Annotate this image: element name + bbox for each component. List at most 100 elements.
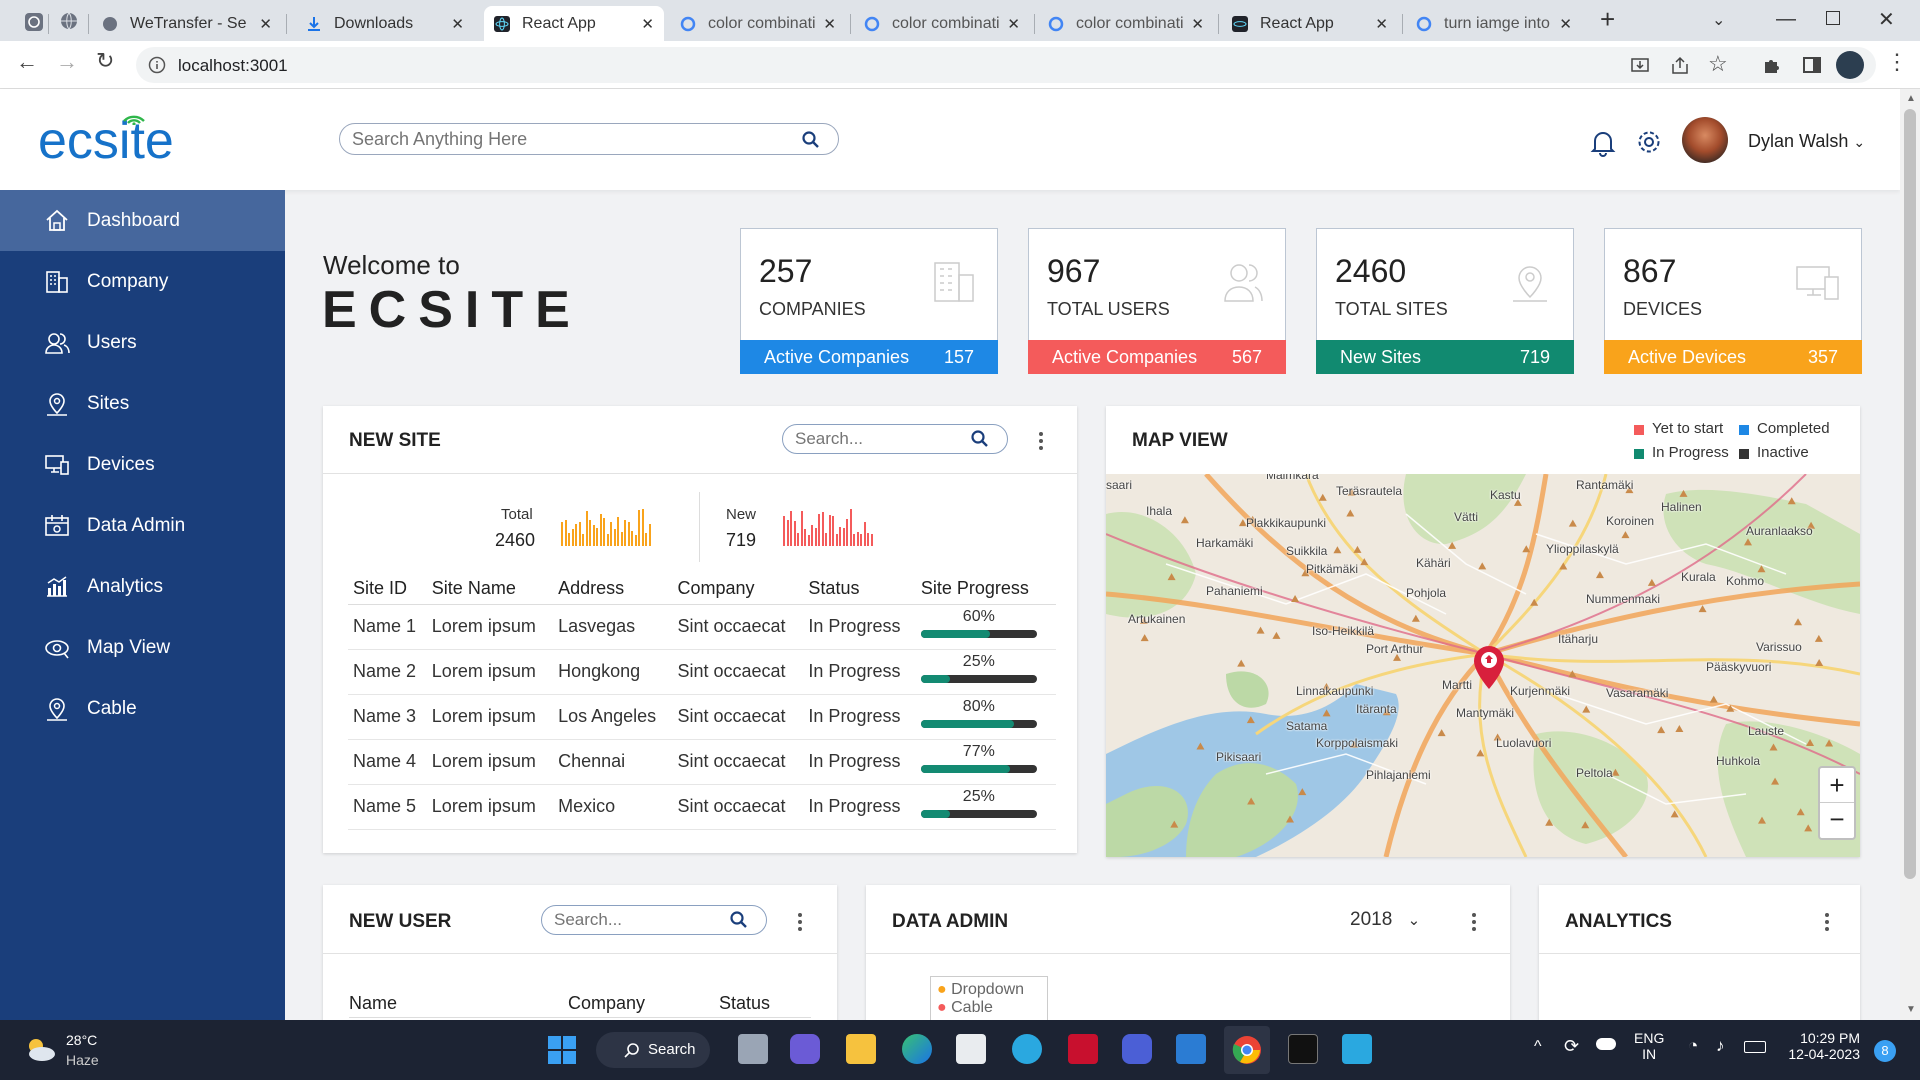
year-dropdown[interactable]: 2018 ⌄: [1350, 909, 1420, 931]
weather-desc[interactable]: Haze: [66, 1052, 99, 1068]
globe-tab-icon[interactable]: [60, 12, 78, 30]
chrome-taskbar-active[interactable]: [1224, 1026, 1270, 1074]
new-tab-button[interactable]: +: [1600, 4, 1615, 35]
sidebar-item-sites[interactable]: Sites: [0, 373, 285, 434]
sidebar-item-users[interactable]: Users: [0, 312, 285, 373]
close-icon[interactable]: ✕: [451, 15, 464, 33]
close-icon[interactable]: ✕: [1191, 15, 1204, 33]
close-icon[interactable]: ✕: [1007, 15, 1020, 33]
stat-card-sites[interactable]: 2460 TOTAL SITES New Sites 719: [1316, 228, 1574, 374]
chatgpt-tab-icon[interactable]: [24, 12, 44, 32]
col-status[interactable]: Status: [719, 993, 770, 1014]
user-menu[interactable]: Dylan Walsh ⌄: [1748, 131, 1865, 152]
stat-card-devices[interactable]: 867 DEVICES Active Devices 357: [1604, 228, 1862, 374]
table-row[interactable]: Name 1 Lorem ipsum Lasvegas Sint occaecat In…: [348, 604, 1056, 650]
tab-google-2[interactable]: color combinati ✕: [854, 6, 1030, 41]
tab-google-3[interactable]: color combinati ✕: [1038, 6, 1214, 41]
tab-search-chevron-icon[interactable]: ⌄: [1712, 10, 1725, 30]
new-user-search[interactable]: [541, 905, 767, 935]
reload-button[interactable]: ↻: [96, 48, 114, 74]
col-name[interactable]: Name: [349, 993, 397, 1014]
search-input[interactable]: [352, 129, 792, 150]
address-bar[interactable]: localhost:3001 ☆: [136, 47, 1876, 83]
sync-icon[interactable]: ⟳: [1564, 1036, 1579, 1057]
sidebar-item-analytics[interactable]: Analytics: [0, 556, 285, 617]
page-scrollbar[interactable]: ▲ ▼: [1900, 89, 1920, 1020]
table-row[interactable]: Name 3 Lorem ipsum Los Angeles Sint occaeca…: [348, 694, 1056, 740]
maximize-button[interactable]: [1826, 11, 1840, 25]
help-app-icon[interactable]: [1012, 1034, 1042, 1064]
tab-google-1[interactable]: color combinati ✕: [670, 6, 846, 41]
extensions-puzzle-icon[interactable]: [1762, 55, 1782, 75]
minimize-button[interactable]: —: [1776, 8, 1796, 31]
weather-cloud-icon[interactable]: [22, 1034, 58, 1064]
side-panel-icon[interactable]: [1802, 55, 1822, 75]
table-row[interactable]: Name 2 Lorem ipsum Hongkong Sint occaecat In…: [348, 649, 1056, 695]
close-icon[interactable]: ✕: [823, 15, 836, 33]
col-site-progress[interactable]: Site Progress: [915, 574, 1056, 605]
edge-browser-icon[interactable]: [902, 1034, 932, 1064]
stat-card-companies[interactable]: 257 COMPANIES Active Companies 157: [740, 228, 998, 374]
col-company[interactable]: Company: [568, 993, 645, 1014]
sidebar-item-company[interactable]: Company: [0, 251, 285, 312]
profile-avatar[interactable]: [1836, 51, 1864, 79]
tab-downloads[interactable]: Downloads ✕: [296, 6, 474, 41]
stat-card-users[interactable]: 967 TOTAL USERS Active Companies 567: [1028, 228, 1286, 374]
task-view-icon[interactable]: [738, 1034, 768, 1064]
taskbar-search[interactable]: Search: [596, 1032, 710, 1068]
share-icon[interactable]: [1670, 56, 1690, 76]
notification-badge[interactable]: 8: [1874, 1040, 1896, 1062]
vscode-icon[interactable]: [1176, 1034, 1206, 1064]
search-icon[interactable]: [802, 131, 820, 149]
copilot-icon[interactable]: [1122, 1034, 1152, 1064]
search-icon[interactable]: [730, 911, 748, 929]
more-options-icon[interactable]: [1824, 911, 1830, 933]
more-options-icon[interactable]: [797, 911, 803, 933]
info-icon[interactable]: [148, 56, 166, 74]
tab-wetransfer[interactable]: WeTransfer - Se ✕: [92, 6, 282, 41]
chevron-up-icon[interactable]: ^: [1534, 1038, 1542, 1056]
install-icon[interactable]: [1630, 56, 1650, 76]
back-button[interactable]: ←: [16, 49, 38, 75]
search-input[interactable]: [554, 910, 714, 930]
ecsite-logo[interactable]: ecsite: [38, 111, 174, 171]
search-icon[interactable]: [971, 430, 989, 448]
battery-icon[interactable]: [1744, 1041, 1766, 1053]
tab-google-4[interactable]: turn iamge into ✕: [1406, 6, 1582, 41]
clock[interactable]: 10:29 PM 12-04-2023: [1784, 1030, 1860, 1062]
more-options-icon[interactable]: [1471, 911, 1477, 933]
search-input[interactable]: [795, 429, 955, 449]
close-icon[interactable]: ✕: [1375, 15, 1388, 33]
windows-start-icon[interactable]: [548, 1036, 576, 1064]
close-window-button[interactable]: ✕: [1878, 7, 1895, 32]
sidebar-item-map-view[interactable]: Map View: [0, 617, 285, 678]
terminal-icon[interactable]: [1288, 1034, 1318, 1064]
scrollbar-thumb[interactable]: [1904, 109, 1916, 879]
tab-react-app-active[interactable]: React App ✕: [484, 6, 664, 41]
sidebar-item-dashboard[interactable]: Dashboard: [0, 190, 285, 251]
browser-menu-icon[interactable]: ⋮: [1886, 49, 1908, 75]
onedrive-cloud-icon[interactable]: [1596, 1038, 1616, 1050]
wifi-icon[interactable]: ◔: [1688, 1036, 1698, 1056]
more-options-icon[interactable]: [1038, 430, 1044, 452]
tab-react-app-2[interactable]: React App ✕: [1222, 6, 1398, 41]
location-marker-icon[interactable]: [1472, 642, 1506, 690]
close-icon[interactable]: ✕: [1559, 15, 1572, 33]
sidebar-item-data-admin[interactable]: Data Admin: [0, 495, 285, 556]
forward-button[interactable]: →: [56, 49, 78, 75]
map-canvas[interactable]: Malmkara Teräsrautela Kastu Rantamäki Haline…: [1106, 474, 1860, 857]
global-search[interactable]: [339, 123, 839, 155]
col-site-name[interactable]: Site Name: [426, 574, 554, 605]
scroll-up-arrow-icon[interactable]: ▲: [1906, 93, 1916, 104]
bookmark-star-icon[interactable]: ☆: [1708, 51, 1728, 77]
file-explorer-icon[interactable]: [846, 1034, 876, 1064]
language-indicator[interactable]: ENG IN: [1634, 1030, 1664, 1062]
volume-icon[interactable]: ♪: [1716, 1036, 1725, 1056]
table-row[interactable]: Name 4 Lorem ipsum Chennai Sint occaecat In …: [348, 739, 1056, 785]
teams-chat-icon[interactable]: [790, 1034, 820, 1064]
scroll-down-arrow-icon[interactable]: ▼: [1906, 1004, 1916, 1015]
microsoft-store-icon[interactable]: [956, 1034, 986, 1064]
col-company[interactable]: Company: [672, 574, 804, 605]
sidebar-item-devices[interactable]: Devices: [0, 434, 285, 495]
col-address[interactable]: Address: [553, 574, 673, 605]
